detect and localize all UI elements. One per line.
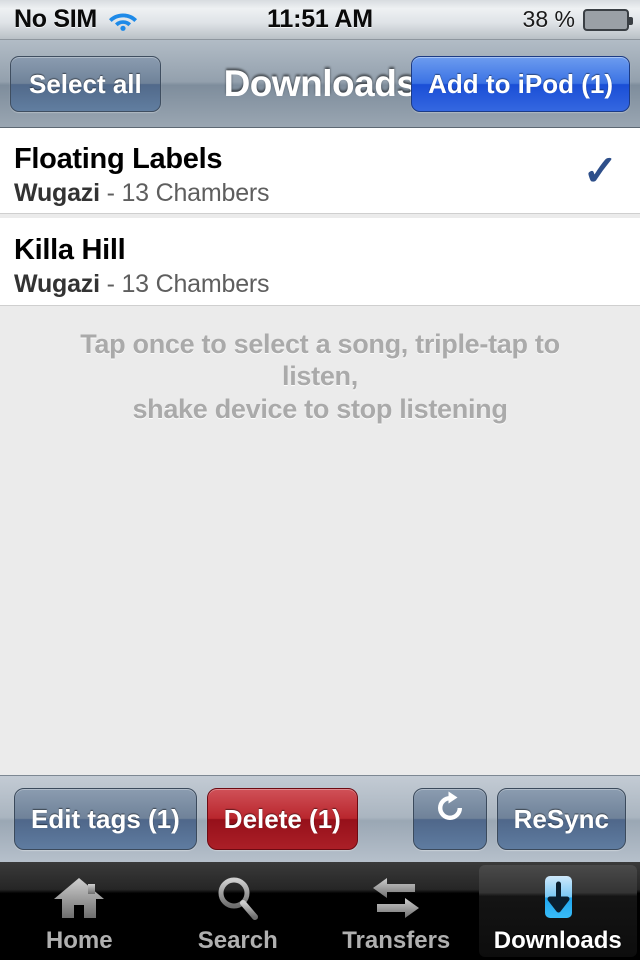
edit-tags-button[interactable]: Edit tags (1) [14,788,197,850]
song-subtitle: Wugazi - 13 Chambers [14,179,626,208]
status-bar-right: 38 % [429,6,640,33]
refresh-button[interactable] [412,788,487,850]
subtitle-separator: - [99,179,122,207]
tab-label: Transfers [342,927,451,954]
search-icon [211,873,265,923]
song-album: 13 Chambers [121,179,270,207]
hint-line-1: Tap once to select a song, triple-tap to… [80,329,560,392]
tab-bar: Home Search Transfers Downloads [0,862,640,960]
table-row[interactable]: Killa Hill Wugazi - 13 Chambers [0,218,640,306]
add-to-ipod-button[interactable]: Add to iPod (1) [411,55,630,112]
refresh-icon [433,791,467,834]
checkmark-icon: ✓ [582,146,618,194]
tab-search[interactable]: Search [159,862,318,960]
hint-line-2: shake device to stop listening [132,393,508,424]
song-artist: Wugazi [14,270,100,298]
resync-button[interactable]: ReSync [496,788,626,850]
tab-label: Home [45,927,113,954]
app-screen: No SIM 11:51 AM 38 % Select all Download… [0,0,640,960]
battery-icon [582,8,633,31]
downloads-list: Floating Labels Wugazi - 13 Chambers ✓ K… [0,128,640,775]
status-bar-center: 11:51 AM [211,5,429,34]
download-icon [531,873,585,923]
song-title: Killa Hill [14,234,126,266]
song-subtitle: Wugazi - 13 Chambers [14,270,626,299]
hint-text: Tap once to select a song, triple-tap to… [0,306,640,425]
delete-button[interactable]: Delete (1) [206,788,358,850]
tab-label: Search [197,927,278,954]
tab-home[interactable]: Home [0,862,159,960]
transfers-icon [369,873,423,923]
action-toolbar: Edit tags (1) Delete (1) ReSync [0,775,640,862]
home-icon [52,873,106,923]
navigation-bar: Select all Downloads Add to iPod (1) [0,40,640,128]
song-artist: Wugazi [14,179,100,207]
tab-label: Downloads [493,927,622,954]
battery-percent-label: 38 % [522,6,575,32]
select-all-button[interactable]: Select all [10,55,161,112]
wifi-icon [108,9,138,31]
status-bar-left: No SIM [0,5,211,34]
song-album: 13 Chambers [121,270,270,298]
tab-downloads[interactable]: Downloads [478,865,637,957]
subtitle-separator: - [99,270,122,298]
clock-label: 11:51 AM [267,5,373,33]
table-row[interactable]: Floating Labels Wugazi - 13 Chambers ✓ [0,128,640,214]
carrier-label: No SIM [14,5,97,33]
song-title: Floating Labels [14,143,223,175]
tab-transfers[interactable]: Transfers [317,862,476,960]
status-bar: No SIM 11:51 AM 38 % [0,0,640,40]
